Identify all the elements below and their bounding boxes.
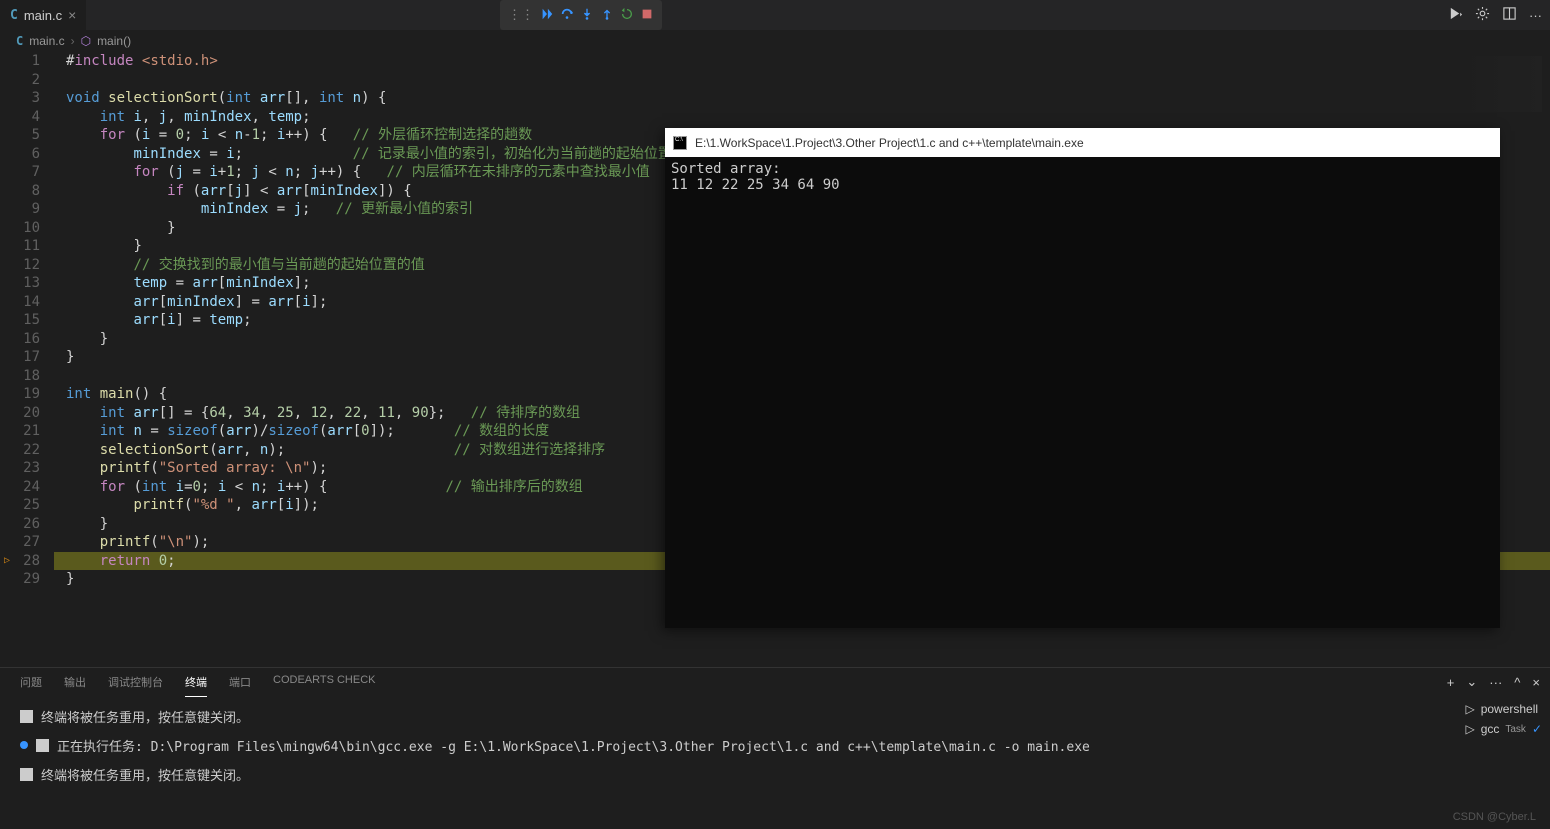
x-icon (36, 739, 49, 752)
c-file-icon: C (16, 34, 23, 48)
console-title: E:\1.WorkSpace\1.Project\3.Other Project… (695, 136, 1084, 150)
stop-icon[interactable] (640, 7, 654, 24)
breadcrumb-file[interactable]: main.c (29, 34, 64, 48)
terminal-list-item[interactable]: ▷ powershell (1465, 702, 1542, 716)
code-line[interactable] (54, 71, 1550, 90)
terminal-icon: ▷ (1465, 722, 1474, 736)
console-line: Sorted array: (671, 161, 1494, 177)
chevron-right-icon: › (71, 34, 75, 48)
more-icon[interactable]: ··· (1489, 675, 1502, 690)
watermark: CSDN @Cyber.L (1453, 811, 1536, 823)
new-terminal-icon[interactable]: + (1447, 675, 1455, 690)
panel-tab[interactable]: CODEARTS CHECK (273, 674, 375, 697)
console-titlebar[interactable]: E:\1.WorkSpace\1.Project\3.Other Project… (665, 128, 1500, 157)
console-app-icon (673, 136, 687, 150)
terminal-output[interactable]: 终端将被任务重用，按任意键关闭。正在执行任务: D:\Program Files… (0, 697, 1550, 804)
terminal-list-item[interactable]: ▷ gcc Task ✓ (1465, 722, 1542, 736)
minimap[interactable] (1456, 56, 1542, 112)
panel-tab[interactable]: 终端 (185, 674, 207, 697)
panel-tab[interactable]: 输出 (64, 674, 86, 697)
console-window[interactable]: E:\1.WorkSpace\1.Project\3.Other Project… (665, 128, 1500, 628)
step-into-icon[interactable] (580, 7, 594, 24)
editor-tab-main-c[interactable]: C main.c × (0, 0, 87, 30)
x-icon (20, 710, 33, 723)
bottom-panel: 问题输出调试控制台终端端口CODEARTS CHECK + ⌄ ··· ^ × … (0, 667, 1550, 829)
terminal-name: powershell (1481, 702, 1538, 716)
settings-icon[interactable] (1475, 6, 1490, 24)
bullet-icon (20, 741, 28, 749)
panel-tabs: 问题输出调试控制台终端端口 CODEARTS CHECK (0, 668, 1550, 697)
restart-icon[interactable] (620, 7, 634, 24)
terminal-name: gcc (1481, 722, 1500, 736)
close-panel-icon[interactable]: × (1532, 675, 1540, 690)
breakpoint-icon[interactable]: ▷ (4, 552, 10, 571)
console-line: 11 12 22 25 34 64 90 (671, 177, 1494, 193)
code-line[interactable]: int i, j, minIndex, temp; (54, 108, 1550, 127)
terminal-icon: ▷ (1465, 702, 1474, 716)
split-editor-icon[interactable] (1502, 6, 1517, 24)
breadcrumb[interactable]: C main.c › ⬡ main() (0, 30, 1550, 52)
task-label: Task (1505, 724, 1526, 735)
panel-tab[interactable]: 端口 (229, 674, 251, 697)
x-icon (20, 768, 33, 781)
terminal-list: ▷ powershell ▷ gcc Task ✓ (1465, 702, 1542, 736)
c-file-icon: C (10, 8, 18, 23)
chevron-down-icon[interactable]: ⌄ (1466, 674, 1477, 690)
step-out-icon[interactable] (600, 7, 614, 24)
tab-filename: main.c (24, 8, 62, 23)
terminal-line: 终端将被任务重用，按任意键关闭。 (20, 707, 1530, 726)
drag-handle-icon[interactable]: ⋮⋮ (508, 7, 534, 23)
tab-close-icon[interactable]: × (68, 7, 76, 23)
step-over-icon[interactable] (560, 7, 574, 24)
function-icon: ⬡ (81, 34, 91, 48)
run-dropdown-icon[interactable] (1448, 6, 1463, 24)
terminal-line: 终端将被任务重用，按任意键关闭。 (20, 765, 1530, 784)
terminal-line: 正在执行任务: D:\Program Files\mingw64\bin\gcc… (20, 736, 1530, 755)
line-gutter: 1234567891011121314151617181920212223242… (0, 52, 54, 662)
panel-actions: + ⌄ ··· ^ × (1447, 674, 1540, 690)
panel-tab[interactable]: 调试控制台 (108, 674, 163, 697)
more-icon[interactable]: ··· (1529, 8, 1542, 23)
maximize-panel-icon[interactable]: ^ (1514, 675, 1520, 690)
panel-tab[interactable]: 问题 (20, 674, 42, 697)
tab-bar: C main.c × ⋮⋮ ··· (0, 0, 1550, 30)
continue-icon[interactable] (540, 7, 554, 24)
check-icon: ✓ (1532, 722, 1542, 736)
console-output: Sorted array:11 12 22 25 34 64 90 (665, 157, 1500, 197)
code-line[interactable]: void selectionSort(int arr[], int n) { (54, 89, 1550, 108)
debug-toolbar: ⋮⋮ (500, 0, 662, 30)
code-line[interactable]: #include <stdio.h> (54, 52, 1550, 71)
breadcrumb-function[interactable]: main() (97, 34, 131, 48)
editor-actions: ··· (1448, 0, 1542, 30)
